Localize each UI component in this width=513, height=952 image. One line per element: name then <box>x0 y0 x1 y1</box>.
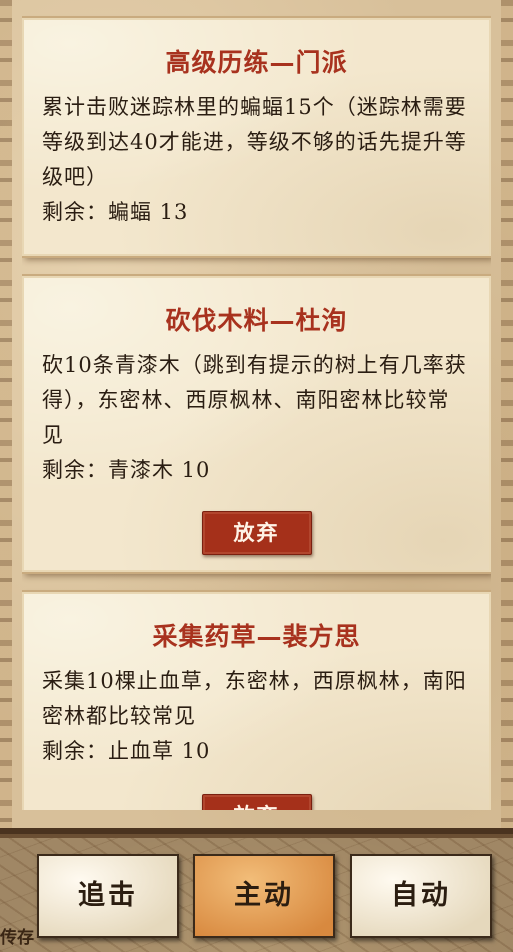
task-remaining: 剩余：蝙蝠 13 <box>42 200 189 224</box>
task-description: 累计击败迷踪林里的蝙蝠15个（迷踪林需要等级到达40才能进，等级不够的话先提升等… <box>42 95 467 189</box>
task-description: 采集10棵止血草，东密林，西原枫林，南阳密林都比较常见 <box>42 669 467 728</box>
manual-button[interactable]: 主动 <box>193 854 335 938</box>
task-title: 高级历练—门派 <box>165 48 348 77</box>
task-title: 砍伐木料—杜洵 <box>165 306 348 335</box>
task-title: 采集药草—裴方思 <box>152 622 361 651</box>
auto-button[interactable]: 自动 <box>350 854 492 938</box>
task-remaining: 剩余：青漆木 10 <box>42 458 211 482</box>
task-description: 砍10条青漆木（跳到有提示的树上有几率获得），东密林、西原枫林、南阳密林比较常见 <box>42 353 467 447</box>
task-remaining: 剩余：止血草 10 <box>42 739 211 763</box>
task-card: 采集药草—裴方思 采集10棵止血草，东密林，西原枫林，南阳密林都比较常见 剩余：… <box>22 592 491 810</box>
chase-button[interactable]: 追击 <box>37 854 179 938</box>
abandon-button[interactable]: 放弃 <box>201 511 312 555</box>
map-label: 传存 <box>0 928 34 948</box>
task-card: 砍伐木料—杜洵 砍10条青漆木（跳到有提示的树上有几率获得），东密林、西原枫林、… <box>22 276 491 572</box>
scroll-right-edge <box>501 0 513 830</box>
task-list[interactable]: 高级历练—门派 累计击败迷踪林里的蝙蝠15个（迷踪林需要等级到达40才能进，等级… <box>22 0 491 810</box>
task-card: 高级历练—门派 累计击败迷踪林里的蝙蝠15个（迷踪林需要等级到达40才能进，等级… <box>22 18 491 256</box>
abandon-button[interactable]: 放弃 <box>201 794 312 810</box>
scroll-left-edge <box>0 0 12 830</box>
